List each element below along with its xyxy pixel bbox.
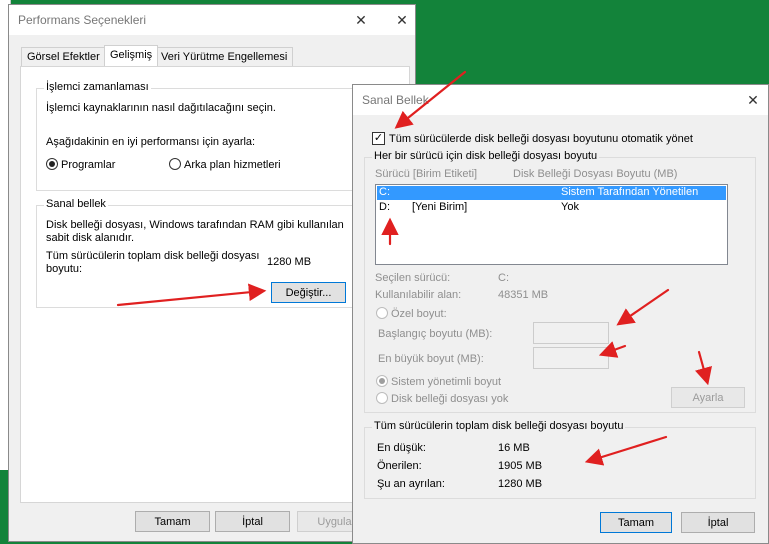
arrow-to-checkbox bbox=[394, 70, 467, 129]
arrow-to-set-button bbox=[695, 350, 712, 386]
arrow-to-initial-size bbox=[616, 288, 670, 326]
arrow-to-max-size bbox=[598, 341, 627, 358]
annotation-arrows bbox=[116, 70, 712, 466]
arrow-to-change-button bbox=[116, 283, 267, 307]
tab-advanced[interactable]: Gelişmiş bbox=[104, 45, 159, 66]
arrow-to-totals bbox=[584, 435, 668, 466]
